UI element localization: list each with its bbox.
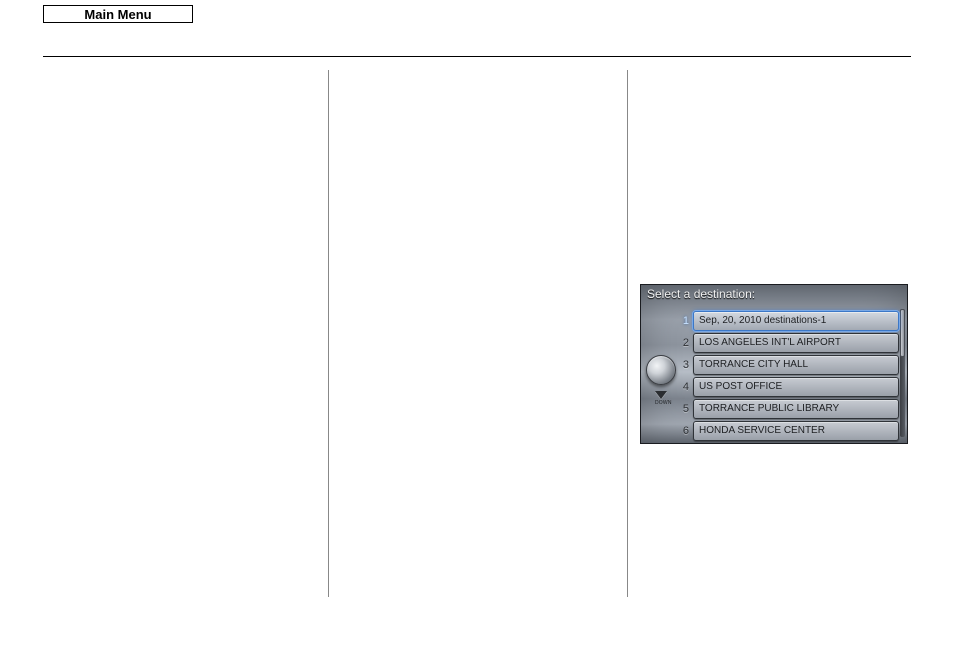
row-number: 6 [679,421,689,442]
row-number: 3 [679,355,689,376]
row-number: 2 [679,333,689,354]
destination-slot: TORRANCE PUBLIC LIBRARY [693,399,899,419]
main-menu-button[interactable]: Main Menu [43,5,193,23]
destination-slot: TORRANCE CITY HALL [693,355,899,375]
column-divider [328,70,329,597]
scrollbar-thumb [900,309,905,357]
row-number: 5 [679,399,689,420]
column-divider [627,70,628,597]
destination-slot: Sep, 20, 2010 destinations-1 [693,311,899,331]
row-number: 1 [679,311,689,332]
nav-screen-title: Select a destination: [647,287,755,301]
destination-slot: HONDA SERVICE CENTER [693,421,899,441]
destination-slot: LOS ANGELES INT'L AIRPORT [693,333,899,353]
down-arrow-icon: DOWN [655,391,667,409]
rotary-dial-icon [646,355,676,385]
row-number: 4 [679,377,689,398]
navigation-screenshot: Select a destination: DOWN 1 Sep, 20, 20… [640,284,908,444]
destination-slot: US POST OFFICE [693,377,899,397]
down-label: DOWN [655,400,667,406]
horizontal-rule [43,56,911,57]
